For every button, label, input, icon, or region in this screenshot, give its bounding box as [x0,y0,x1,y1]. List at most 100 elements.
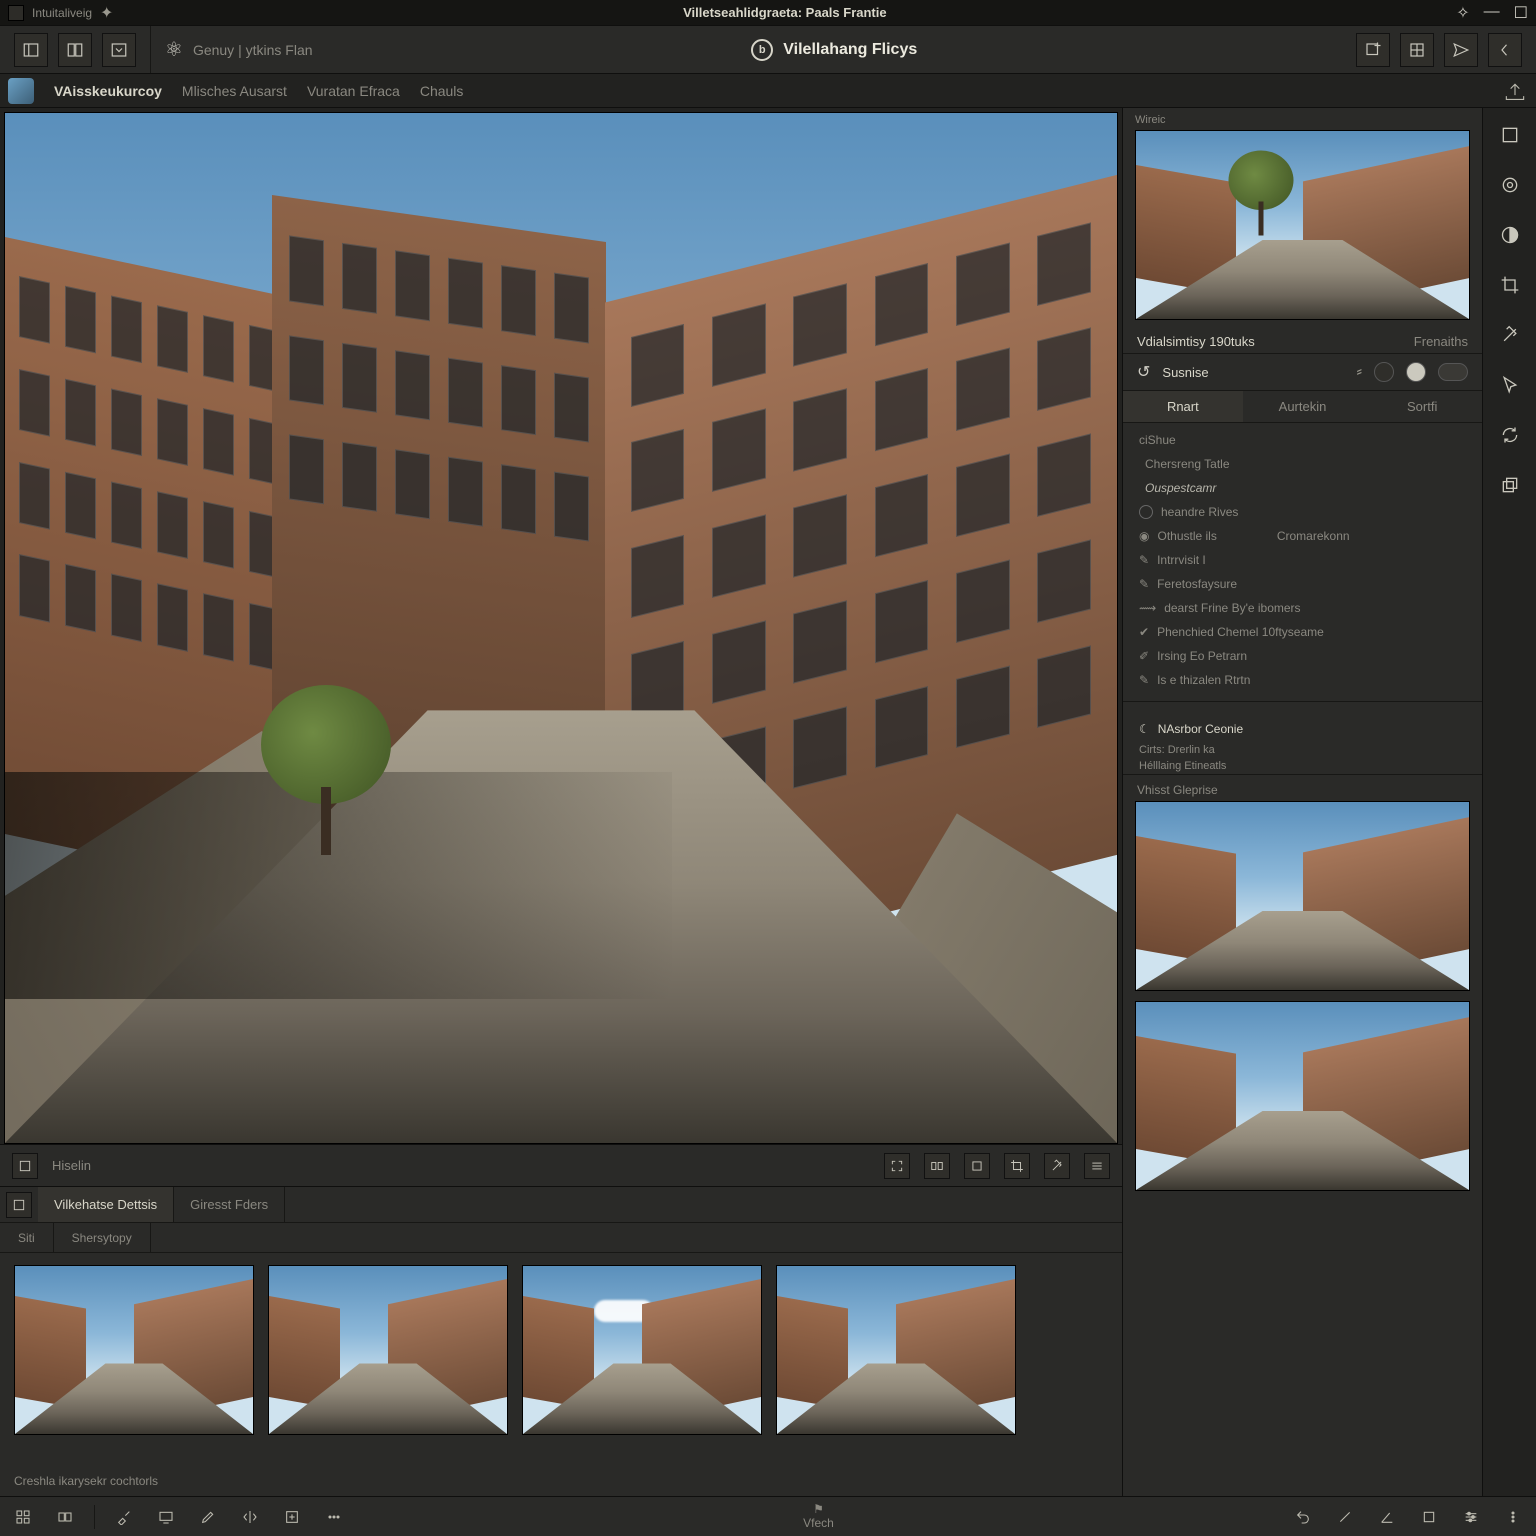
compare-button[interactable] [924,1153,950,1179]
bottom-sub-0[interactable]: Siti [0,1223,54,1252]
collapse-button[interactable] [1488,33,1522,67]
sec-em: Ouspestcamr [1139,481,1466,495]
gallery-thumb-1[interactable] [1135,801,1470,991]
menu-button[interactable] [1084,1153,1110,1179]
radio-left-icon[interactable]: ◉ [1139,529,1149,543]
status-ab-icon[interactable] [52,1504,78,1530]
status-brush-icon[interactable] [111,1504,137,1530]
filmstrip[interactable] [0,1253,1122,1466]
status-angle-icon[interactable] [1374,1504,1400,1530]
status-mirror-icon[interactable] [237,1504,263,1530]
canvas-label: Hiselin [52,1158,91,1173]
moon-icon[interactable]: ☾ [1139,722,1150,736]
menu-item-3[interactable]: Chauls [420,83,464,99]
reset-icon[interactable]: ↺ [1137,362,1150,382]
opt-right[interactable]: Cromarekonn [1277,529,1350,543]
atom-icon[interactable]: ⚛ [165,37,183,62]
crop-button[interactable] [1004,1153,1030,1179]
thumb-3[interactable] [522,1265,762,1435]
cloud-sync-icon[interactable]: ✦ [100,3,113,23]
right-tab-2[interactable]: Sortfi [1362,391,1482,422]
status-grid-icon[interactable] [10,1504,36,1530]
long-label[interactable]: Phenchied Chemel 10ftyseame [1157,625,1324,639]
fit-screen-button[interactable] [884,1153,910,1179]
select-tool-icon[interactable] [1493,368,1527,402]
menu-item-0[interactable]: VAisskeukurcoy [54,83,162,99]
meta1: Cirts: Drerlin ka [1123,742,1482,758]
sync-icon[interactable] [1493,418,1527,452]
it2[interactable]: Feretosfaysure [1157,577,1237,591]
thumb-1[interactable] [14,1265,254,1435]
it1[interactable]: Intrrvisit I [1157,553,1206,567]
panel-label: Wireic [1123,108,1482,130]
bottom-footer: Creshla ikarysekr cochtorls [0,1466,1122,1496]
brand-ring-icon: b [751,39,773,61]
wb-tool-icon[interactable]: ⸗ [1357,363,1362,381]
slider-label[interactable]: dearst Frine By'e ibomers [1164,601,1300,615]
heal-tool-icon[interactable] [1493,318,1527,352]
info-chip[interactable] [12,1153,38,1179]
checkbox-1[interactable] [1139,505,1153,519]
status-more-icon[interactable] [1500,1504,1526,1530]
thumb-4[interactable] [776,1265,1016,1435]
right-tab-1[interactable]: Aurtekin [1243,391,1363,422]
compass-icon[interactable]: ✧ [1456,3,1469,23]
right-tab-0[interactable]: Rnart [1123,391,1243,422]
panel-swap-button[interactable] [102,33,136,67]
app-icon[interactable] [8,78,34,104]
bottom-tab-0[interactable]: Vilkehatse Dettsis [38,1187,174,1222]
clone-icon[interactable] [1493,468,1527,502]
menu-item-2[interactable]: Vuratan Efraca [307,83,400,99]
adjust-icon[interactable] [1493,168,1527,202]
pen-icon-1[interactable]: ✎ [1139,553,1149,567]
status-wand-icon[interactable] [1332,1504,1358,1530]
thumb-2[interactable] [268,1265,508,1435]
main-canvas[interactable] [4,112,1118,1144]
check-icon[interactable]: ✔ [1139,625,1149,639]
status-sliders-icon[interactable] [1458,1504,1484,1530]
share-icon[interactable] [1502,81,1528,101]
bottom-sub-1[interactable]: Shersytopy [54,1223,151,1252]
heal-button[interactable] [1044,1153,1070,1179]
panel-dual-button[interactable] [58,33,92,67]
panel-left-button[interactable] [14,33,48,67]
art-label[interactable]: Is e thizalen Rtrtn [1157,673,1250,687]
preview-thumbnail[interactable] [1135,130,1470,320]
bottom-icon[interactable] [6,1192,32,1218]
workspace-label[interactable]: Genuy | ytkins Flan [193,42,313,58]
mask-icon[interactable] [1493,218,1527,252]
grid-button[interactable] [1400,33,1434,67]
minimize-icon[interactable]: — [1484,3,1500,23]
flag-icon[interactable]: ⚑ [813,1503,824,1516]
gallery-thumb-2[interactable] [1135,1001,1470,1191]
pen-icon-2[interactable]: ✎ [1139,577,1149,591]
menu-item-1[interactable]: Mlisches Ausarst [182,83,287,99]
brush-icon[interactable]: ✐ [1139,649,1149,663]
status-box-icon[interactable] [1416,1504,1442,1530]
note-label: NAsrbor Ceonie [1158,722,1243,736]
status-screen-icon[interactable] [153,1504,179,1530]
status-center-label: Vfech [803,1517,834,1530]
frame-button[interactable] [964,1153,990,1179]
status-pen-icon[interactable] [195,1504,221,1530]
status-plus-icon[interactable] [279,1504,305,1530]
slider-icon[interactable]: ⟿ [1139,601,1156,615]
profile-label[interactable]: Frenaiths [1414,334,1468,349]
app-name: Intuitaliveig [32,6,92,20]
sec-sub1: Chersreng Tatle [1139,457,1466,471]
new-layer-button[interactable] [1356,33,1390,67]
opt-left[interactable]: Othustle ils [1157,529,1216,543]
pen-label[interactable]: Irsing Eo Petrarn [1157,649,1247,663]
crop-tool-icon[interactable] [1493,268,1527,302]
panel-toggle[interactable] [1438,363,1468,381]
knob-2[interactable] [1406,362,1426,382]
status-dots-icon[interactable] [321,1504,347,1530]
maximize-icon[interactable]: ☐ [1514,3,1528,23]
adjust-section: ciShue Chersreng Tatle Ouspestcamr heand… [1123,423,1482,716]
layers-icon[interactable] [1493,118,1527,152]
knob-1[interactable] [1374,362,1394,382]
bottom-tab-1[interactable]: Giresst Fders [174,1187,285,1222]
send-button[interactable] [1444,33,1478,67]
art-icon[interactable]: ✎ [1139,673,1149,687]
status-undo-icon[interactable] [1290,1504,1316,1530]
